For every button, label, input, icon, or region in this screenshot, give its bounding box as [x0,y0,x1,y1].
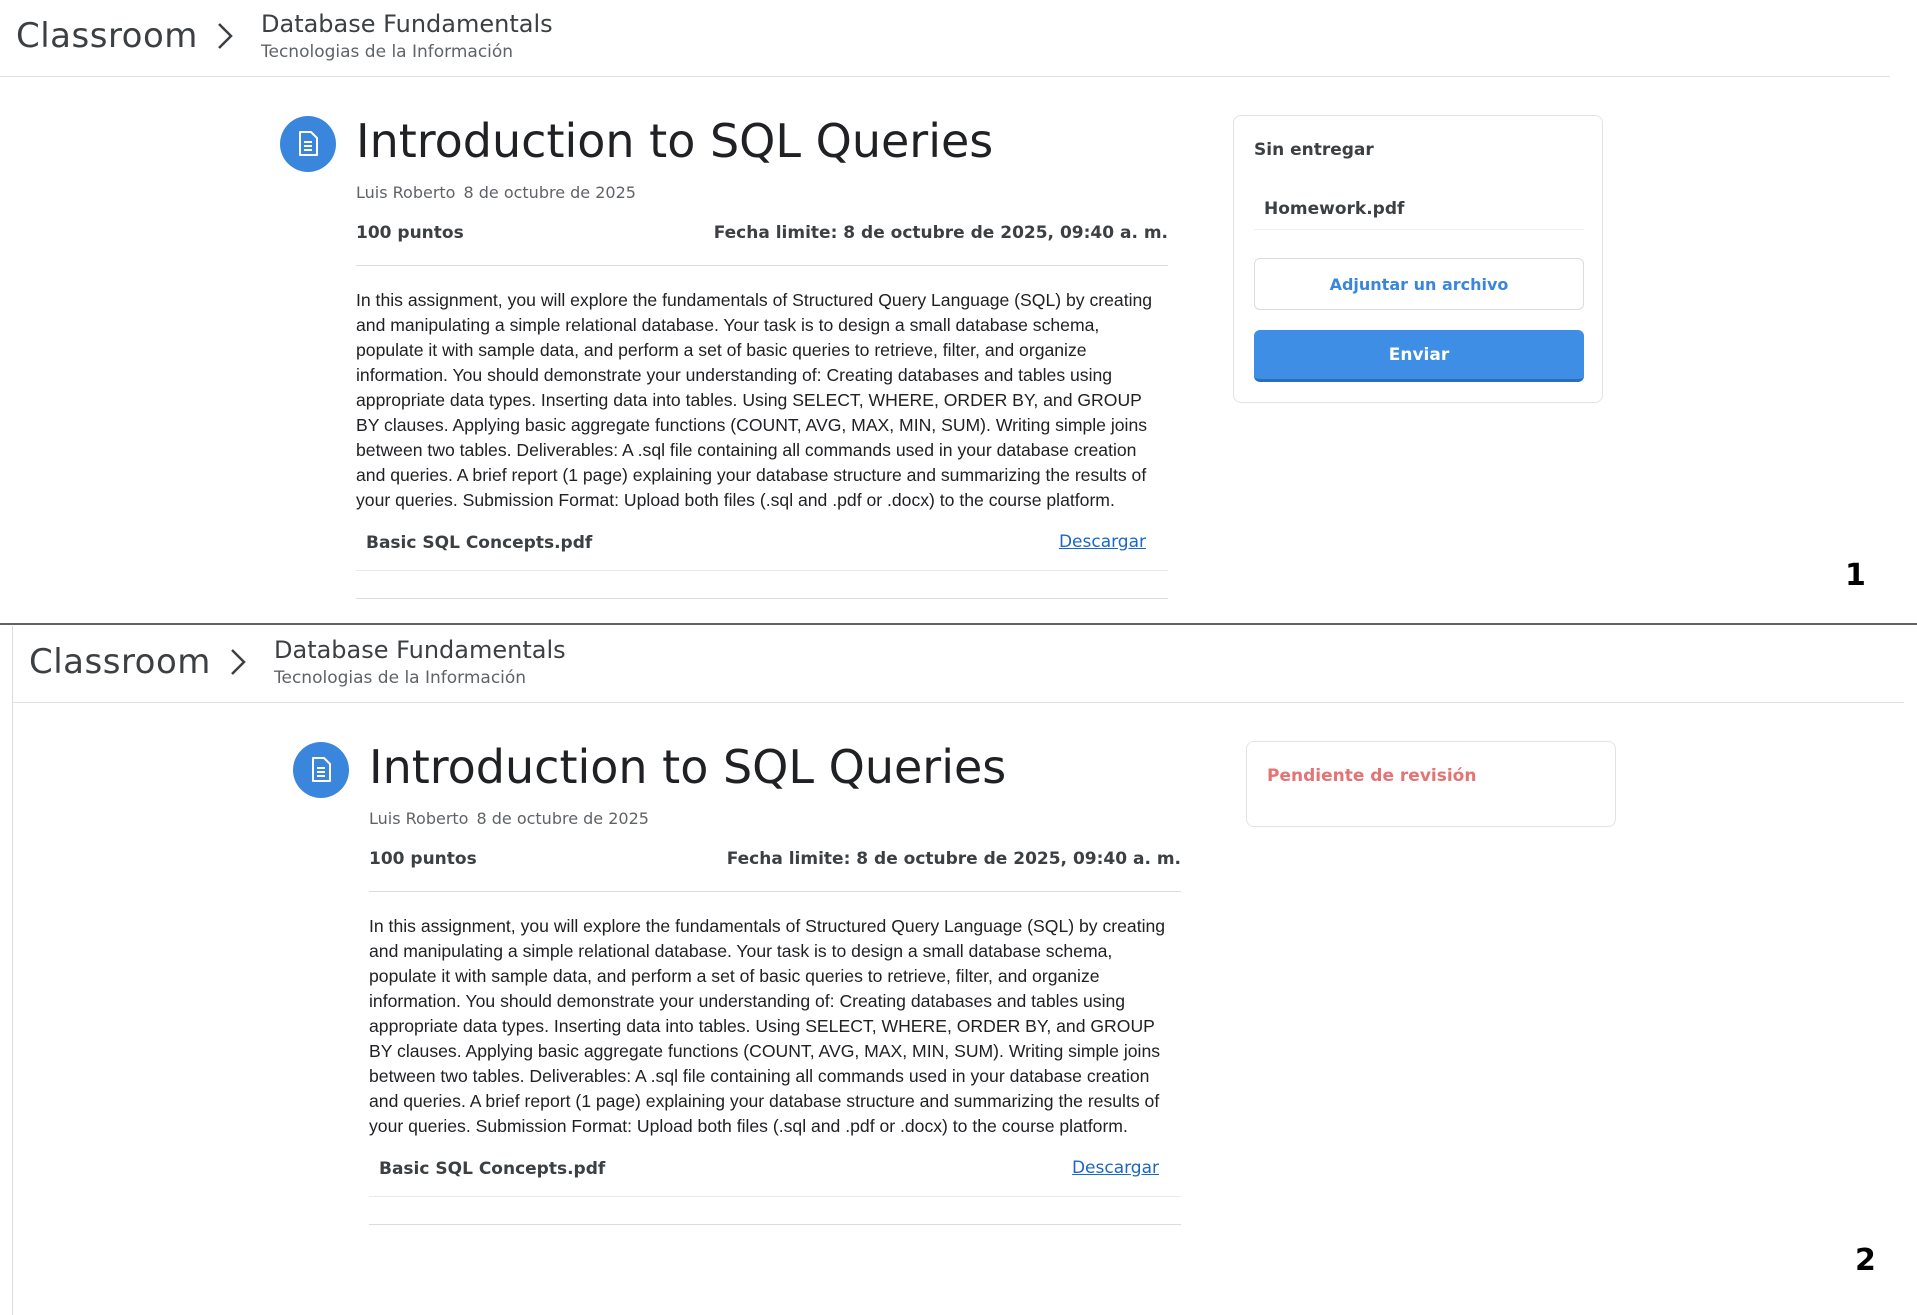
assignment-description: In this assignment, you will explore the… [356,290,1153,510]
points-label: 100 puntos [356,223,464,243]
due-date: Fecha limite: 8 de octubre de 2025, 09:4… [713,223,1168,243]
screen-2: Classroom Database Fundamentals Tecnolog… [0,626,1917,1315]
due-date: Fecha limite: 8 de octubre de 2025, 09:4… [726,849,1181,869]
submission-card: Pendiente de revisión [1246,741,1616,827]
screen-number: 1 [1845,558,1866,593]
points-label: 100 puntos [369,849,477,869]
submission-card: Sin entregar Homework.pdf Adjuntar un ar… [1233,115,1603,403]
screen-separator [0,623,1917,625]
divider [356,265,1168,266]
divider [369,891,1181,892]
screen-1: Classroom Database Fundamentals Tecnolog… [0,0,1917,624]
submission-status: Sin entregar [1254,140,1374,160]
page-frame: Classroom Database Fundamentals Tecnolog… [12,626,1904,1315]
download-link[interactable]: Descargar [1059,532,1146,552]
attach-file-button[interactable]: Adjuntar un archivo [1254,258,1584,310]
assignment-description: In this assignment, you will explore the… [369,916,1166,1136]
submitted-file-row[interactable]: Homework.pdf [1254,184,1584,230]
attachment-row: Basic SQL Concepts.pdf Descargar [369,1151,1181,1197]
submitted-file-name: Homework.pdf [1264,199,1405,219]
send-button[interactable]: Enviar [1254,330,1584,382]
page-frame: Classroom Database Fundamentals Tecnolog… [0,0,1890,624]
divider [356,598,1168,599]
download-link[interactable]: Descargar [1072,1158,1159,1178]
attachment-name: Basic SQL Concepts.pdf [379,1159,606,1179]
submission-status: Pendiente de revisión [1267,766,1477,786]
attachment-row: Basic SQL Concepts.pdf Descargar [356,525,1168,571]
screen-number: 2 [1855,1243,1876,1278]
attachment-name: Basic SQL Concepts.pdf [366,533,593,553]
divider [369,1224,1181,1225]
